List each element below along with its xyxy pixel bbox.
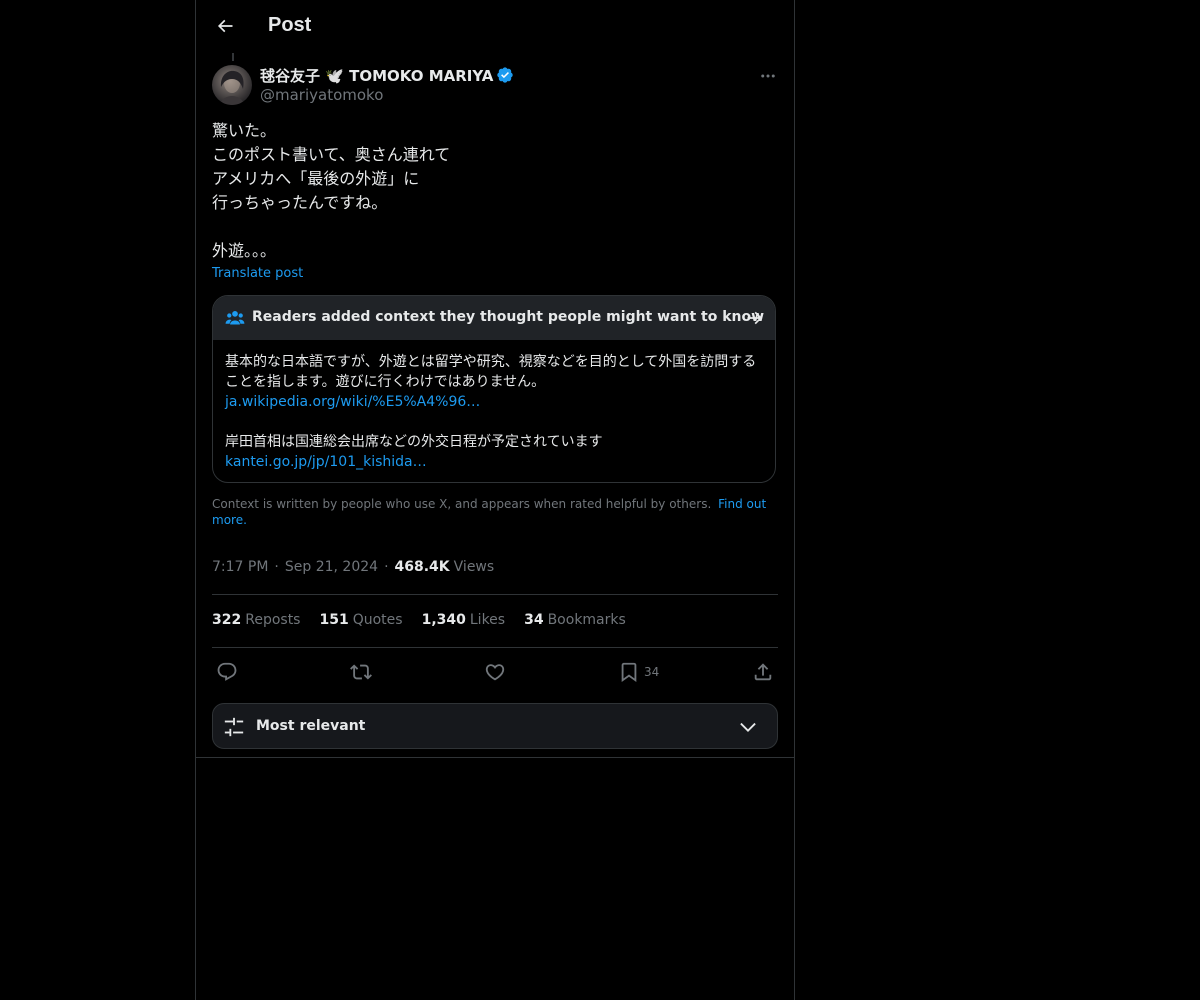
quotes-stat[interactable]: 151 Quotes bbox=[319, 612, 402, 628]
post-text: 驚いた。 このポスト書いて、奥さん連れて アメリカへ「最後の外遊」に 行っちゃっ… bbox=[212, 121, 451, 260]
header: Post bbox=[196, 0, 794, 53]
community-note-body: 基本的な日本語ですが、外遊とは留学や研究、視察などを目的として外国を訪問すること… bbox=[225, 352, 767, 472]
sliders-icon bbox=[224, 717, 244, 737]
note-link-kantei[interactable]: kantei.go.jp/jp/101_kishida… bbox=[225, 452, 767, 472]
repost-icon bbox=[350, 664, 372, 680]
bookmarks-stat[interactable]: 34 Bookmarks bbox=[524, 612, 626, 628]
meta-separator: · bbox=[274, 559, 279, 575]
chevron-down-icon bbox=[740, 722, 756, 732]
post-time[interactable]: 7:17 PM bbox=[212, 559, 268, 575]
quotes-label: Quotes bbox=[352, 612, 403, 628]
note-link-wikipedia[interactable]: ja.wikipedia.org/wiki/%E5%A4%96… bbox=[225, 392, 767, 412]
likes-count: 1,340 bbox=[421, 612, 466, 628]
avatar-image bbox=[220, 70, 244, 105]
arrow-right-icon bbox=[747, 311, 763, 325]
quotes-count: 151 bbox=[319, 612, 349, 628]
note-paragraph-2: 岸田首相は国連総会出席などの外交日程が予定されています bbox=[225, 434, 603, 450]
main-column: Post 毬谷友子 🕊️ TOMOKO MARIYA @mariyatomoko… bbox=[195, 0, 795, 1000]
likes-label: Likes bbox=[469, 612, 506, 628]
reposts-label: Reposts bbox=[245, 612, 301, 628]
bookmarks-count: 34 bbox=[524, 612, 544, 628]
section-divider bbox=[196, 757, 794, 758]
reposts-stat[interactable]: 322 Reposts bbox=[212, 612, 300, 628]
like-button[interactable] bbox=[484, 660, 506, 684]
share-icon bbox=[754, 663, 772, 681]
post-meta: 7:17 PM · Sep 21, 2024 · 468.4K Views bbox=[212, 559, 494, 575]
divider bbox=[212, 594, 778, 595]
sort-replies-dropdown[interactable]: Most relevant bbox=[212, 703, 778, 749]
repost-button[interactable] bbox=[350, 660, 372, 684]
post-date[interactable]: Sep 21, 2024 bbox=[285, 559, 378, 575]
more-options-button[interactable] bbox=[754, 62, 782, 90]
bookmark-icon bbox=[621, 662, 637, 683]
author-name-row[interactable]: 毬谷友子 🕊️ TOMOKO MARIYA bbox=[260, 65, 514, 85]
verified-badge-icon bbox=[496, 66, 514, 84]
views-count: 468.4K bbox=[394, 559, 450, 575]
author-display-name[interactable]: 毬谷友子 🕊️ TOMOKO MARIYA bbox=[260, 65, 493, 86]
back-button[interactable] bbox=[208, 9, 242, 43]
people-icon bbox=[225, 311, 245, 325]
author-handle[interactable]: @mariyatomoko bbox=[260, 86, 383, 104]
engagement-stats: 322 Reposts 151 Quotes 1,340 Likes 34 Bookma… bbox=[212, 612, 645, 628]
community-note-title: Readers added context they thought peopl… bbox=[252, 309, 765, 325]
avatar[interactable] bbox=[212, 65, 252, 105]
share-button[interactable] bbox=[752, 660, 774, 684]
page-title: Post bbox=[268, 14, 312, 36]
more-dots-icon bbox=[761, 74, 775, 78]
context-footer: Context is written by people who use X, … bbox=[212, 496, 778, 528]
sort-label: Most relevant bbox=[256, 718, 366, 734]
community-note-header[interactable]: Readers added context they thought peopl… bbox=[213, 296, 775, 340]
thread-line bbox=[232, 53, 234, 61]
bookmarks-label: Bookmarks bbox=[547, 612, 626, 628]
reply-icon bbox=[217, 662, 237, 681]
translate-post-link[interactable]: Translate post bbox=[212, 266, 303, 281]
context-footer-text: Context is written by people who use X, … bbox=[212, 497, 712, 511]
reply-button[interactable] bbox=[216, 660, 238, 684]
community-note: Readers added context they thought peopl… bbox=[212, 295, 776, 483]
bookmark-button[interactable]: 34 bbox=[618, 660, 659, 684]
note-paragraph-1: 基本的な日本語ですが、外遊とは留学や研究、視察などを目的として外国を訪問すること… bbox=[225, 354, 757, 390]
reposts-count: 322 bbox=[212, 612, 242, 628]
bookmark-action-count: 34 bbox=[644, 665, 660, 679]
heart-icon bbox=[485, 664, 505, 681]
divider bbox=[212, 647, 778, 648]
arrow-left-icon bbox=[217, 19, 233, 33]
meta-separator: · bbox=[384, 559, 389, 575]
likes-stat[interactable]: 1,340 Likes bbox=[422, 612, 506, 628]
views-label: Views bbox=[453, 559, 495, 575]
